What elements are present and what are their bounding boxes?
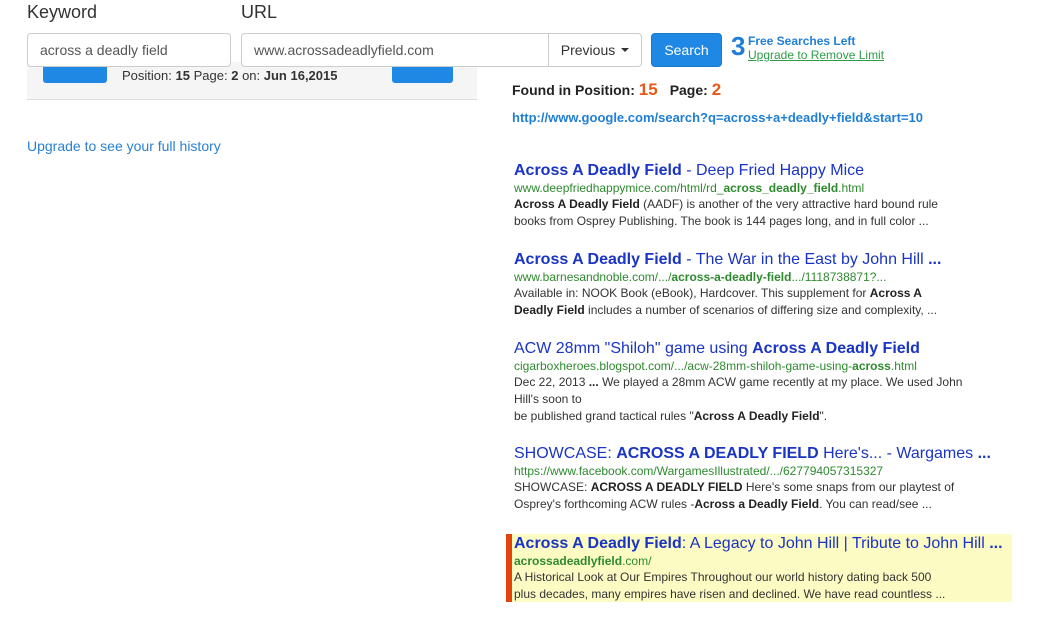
free-searches-count: 3 [731, 31, 746, 61]
keyword-label: Keyword [27, 2, 98, 22]
search-result: Across A Deadly Field - The War in the E… [514, 250, 1009, 319]
search-result: ACW 28mm "Shiloh" game using Across A De… [514, 339, 1009, 425]
result-url: https://www.facebook.com/WargamesIllustr… [514, 464, 884, 478]
url-label: URL [241, 2, 278, 22]
previous-label: Previous [560, 42, 616, 58]
result-title-link[interactable]: SHOWCASE: ACROSS A DEADLY FIELD Here's..… [514, 444, 1009, 464]
previous-dropdown-button[interactable]: Previous [548, 33, 642, 67]
search-result: SHOWCASE: ACROSS A DEADLY FIELD Here's..… [514, 444, 1009, 513]
result-url: www.barnesandnoble.com/.../across-a-dead… [514, 270, 887, 284]
history-view-button[interactable] [43, 67, 107, 83]
result-snippet: Across A Deadly Field (AADF) is another … [514, 197, 938, 228]
result-snippet: A Historical Look at Our Empires Through… [514, 570, 946, 601]
result-snippet: Available in: NOOK Book (eBook), Hardcov… [514, 286, 938, 317]
history-entry-text: Position: 15 Page: 2 on: Jun 16,2015 [122, 68, 338, 83]
upgrade-limit-link[interactable]: Upgrade to Remove Limit [748, 48, 884, 62]
result-snippet: SHOWCASE: ACROSS A DEADLY FIELD Here's s… [514, 480, 955, 511]
keyword-input[interactable] [27, 33, 231, 67]
search-button[interactable]: Search [651, 33, 722, 67]
found-page-number: 2 [711, 80, 722, 99]
result-url: www.deepfriedhappymice.com/html/rd_acros… [514, 181, 865, 195]
upgrade-history-link[interactable]: Upgrade to see your full history [27, 138, 221, 154]
google-search-url-link[interactable]: http://www.google.com/search?q=across+a+… [512, 110, 923, 125]
result-url: acrossadeadlyfield.com/ [514, 554, 652, 568]
result-title-link[interactable]: Across A Deadly Field: A Legacy to John … [514, 534, 1009, 554]
result-title-link[interactable]: Across A Deadly Field - Deep Fried Happy… [514, 161, 1009, 181]
found-position-number: 15 [638, 80, 658, 99]
found-position-info: Found in Position: 15 Page: 2 [512, 80, 722, 99]
search-result: Across A Deadly Field - Deep Fried Happy… [514, 161, 1009, 230]
matched-result-marker [506, 534, 512, 602]
result-url: cigarboxheroes.blogspot.com/.../acw-28mm… [514, 359, 917, 373]
history-action-button[interactable] [392, 67, 453, 83]
caret-down-icon [621, 48, 630, 52]
result-title-link[interactable]: ACW 28mm "Shiloh" game using Across A De… [514, 339, 1009, 359]
search-result-matched: Across A Deadly Field: A Legacy to John … [514, 534, 1009, 603]
url-input[interactable] [241, 33, 549, 67]
free-searches-label: Free Searches Left [748, 34, 856, 48]
result-snippet: Dec 22, 2013 ... We played a 28mm ACW ga… [514, 375, 963, 423]
result-title-link[interactable]: Across A Deadly Field - The War in the E… [514, 250, 1009, 270]
